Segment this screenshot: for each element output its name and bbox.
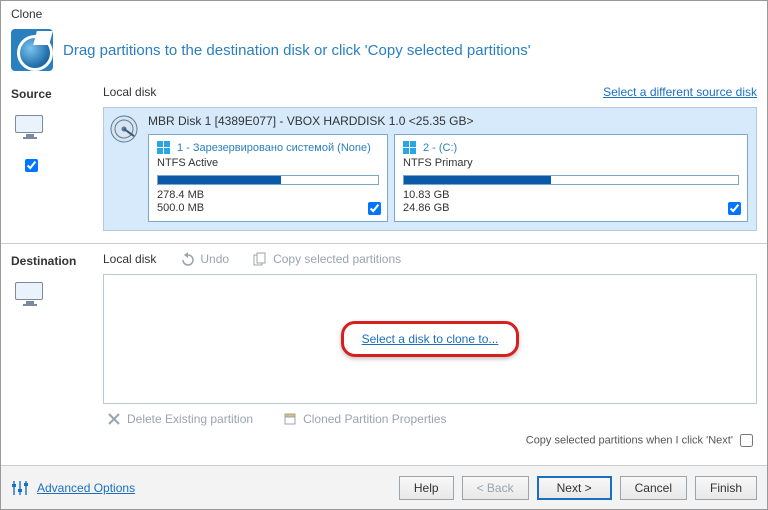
partition-1-checkbox[interactable]	[368, 202, 381, 215]
monitor-icon	[15, 115, 45, 141]
undo-icon	[180, 252, 194, 266]
partition-2-checkbox[interactable]	[728, 202, 741, 215]
back-button[interactable]: < Back	[462, 476, 529, 500]
copy-selected-button[interactable]: Copy selected partitions	[253, 252, 401, 266]
partition-2-usage-bar	[403, 175, 739, 185]
source-local-disk: Local disk	[103, 85, 156, 99]
harddisk-icon	[109, 114, 139, 144]
windows-icon	[403, 141, 417, 155]
destination-panel: Select a disk to clone to...	[103, 274, 757, 404]
properties-icon	[283, 412, 297, 426]
partition-1-used: 278.4 MB	[157, 189, 379, 202]
next-button[interactable]: Next >	[537, 476, 612, 500]
select-destination-highlight: Select a disk to clone to...	[341, 321, 520, 357]
partition-1[interactable]: 1 - Зарезервировано системой (None) NTFS…	[148, 134, 388, 222]
advanced-options-link[interactable]: Advanced Options	[37, 481, 135, 495]
sliders-icon	[11, 479, 29, 497]
cloned-properties-button[interactable]: Cloned Partition Properties	[283, 412, 446, 426]
windows-icon	[157, 141, 171, 155]
partition-2[interactable]: 2 - (C:) NTFS Primary 10.83 GB 24.86 GB	[394, 134, 748, 222]
delete-existing-button[interactable]: Delete Existing partition	[107, 412, 253, 426]
finish-button[interactable]: Finish	[695, 476, 757, 500]
partition-1-total: 500.0 MB	[157, 202, 379, 215]
destination-local-disk: Local disk	[103, 252, 156, 266]
partition-2-used: 10.83 GB	[403, 189, 739, 202]
copy-on-next-label: Copy selected partitions when I click 'N…	[526, 435, 733, 447]
copy-icon	[253, 252, 267, 266]
disk-title: MBR Disk 1 [4389E077] - VBOX HARDDISK 1.…	[148, 114, 748, 128]
undo-button[interactable]: Undo	[180, 252, 229, 266]
help-button[interactable]: Help	[399, 476, 454, 500]
partition-2-type: NTFS Primary	[403, 157, 739, 169]
copy-on-next-checkbox[interactable]	[740, 434, 753, 447]
destination-label: Destination	[11, 252, 103, 268]
banner-text: Drag partitions to the destination disk …	[63, 42, 531, 59]
partition-1-usage-bar	[157, 175, 379, 185]
partition-1-type: NTFS Active	[157, 157, 379, 169]
clone-app-icon	[11, 29, 53, 71]
partition-2-name: 2 - (C:)	[423, 142, 457, 154]
partition-2-total: 24.86 GB	[403, 202, 739, 215]
select-destination-link[interactable]: Select a disk to clone to...	[362, 332, 499, 346]
select-different-source-link[interactable]: Select a different source disk	[603, 85, 757, 99]
source-label: Source	[11, 85, 103, 101]
cancel-button[interactable]: Cancel	[620, 476, 687, 500]
x-icon	[107, 412, 121, 426]
window-title: Clone	[11, 7, 757, 21]
source-disk-checkbox[interactable]	[25, 159, 38, 172]
monitor-icon	[15, 282, 45, 308]
partition-1-name: 1 - Зарезервировано системой (None)	[177, 142, 371, 154]
source-disk-panel: MBR Disk 1 [4389E077] - VBOX HARDDISK 1.…	[103, 107, 757, 231]
